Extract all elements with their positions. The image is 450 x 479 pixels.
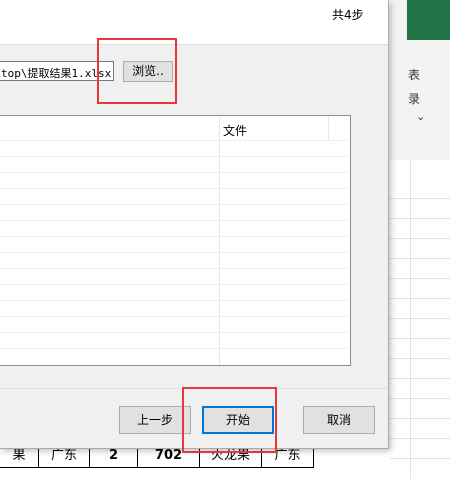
sheet-grid: [390, 160, 450, 479]
column-header-file[interactable]: 文件: [223, 122, 247, 139]
cell-province[interactable]: 广东: [38, 447, 89, 467]
ribbon-dropdown-icon[interactable]: ⌄: [416, 110, 425, 123]
column-separator: [328, 116, 329, 140]
cell-count[interactable]: 2: [89, 447, 137, 467]
highlight-box-start: [182, 387, 277, 453]
cell-fruit-partial[interactable]: 果: [0, 447, 38, 467]
ribbon-item-record[interactable]: 录: [408, 90, 420, 107]
dialog-header: 共4步: [0, 0, 388, 45]
previous-step-button[interactable]: 上一步: [119, 406, 191, 434]
excel-title-bar: [407, 0, 450, 40]
step-count: 共4步: [332, 8, 364, 22]
wizard-dialog: 共4步 top\提取结果1.xlsx 浏览.. 文件 上一步 开始 取消: [0, 0, 389, 449]
file-list[interactable]: [0, 115, 351, 366]
ribbon-item-table[interactable]: 表: [408, 66, 420, 83]
column-separator: [219, 116, 220, 365]
highlight-box-browse: [97, 38, 177, 104]
cancel-button[interactable]: 取消: [303, 406, 375, 434]
